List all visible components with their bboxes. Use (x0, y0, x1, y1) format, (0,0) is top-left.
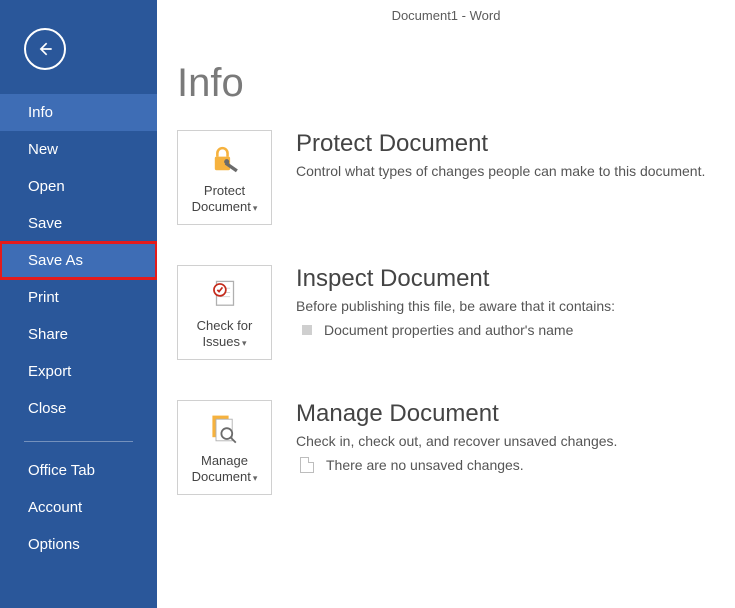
nav-options[interactable]: Options (0, 526, 157, 563)
lock-key-icon (208, 143, 242, 177)
protect-desc: Control what types of changes people can… (296, 162, 705, 181)
nav-share[interactable]: Share (0, 316, 157, 353)
nav-bottom: Office Tab Account Options (0, 452, 157, 563)
section-inspect: Check forIssues▾ Inspect Document Before… (177, 265, 735, 360)
manage-title: Manage Document (296, 400, 617, 428)
tile-protect-document[interactable]: ProtectDocument▾ (177, 130, 272, 225)
nav-print[interactable]: Print (0, 279, 157, 316)
nav-separator (24, 441, 133, 442)
manage-desc: Check in, check out, and recover unsaved… (296, 432, 617, 451)
nav-top: Info New Open Save Save As Print Share E… (0, 94, 157, 427)
document-small-icon (300, 457, 314, 473)
window-title: Document1 - Word (157, 0, 735, 23)
tile-label-l1: Manage (201, 453, 248, 468)
inspect-title: Inspect Document (296, 265, 615, 293)
protect-title: Protect Document (296, 130, 705, 158)
inspect-bullet: Document properties and author's name (296, 322, 615, 338)
nav-info[interactable]: Info (0, 94, 157, 131)
app-root: Info New Open Save Save As Print Share E… (0, 0, 735, 608)
nav-account[interactable]: Account (0, 489, 157, 526)
backstage-sidebar: Info New Open Save Save As Print Share E… (0, 0, 157, 608)
chevron-down-icon: ▾ (242, 338, 247, 348)
documents-search-icon (207, 412, 243, 448)
page-title: Info (177, 61, 735, 106)
back-arrow-icon (35, 39, 55, 59)
nav-open[interactable]: Open (0, 168, 157, 205)
section-protect: ProtectDocument▾ Protect Document Contro… (177, 130, 735, 225)
tile-label-l2: Issues (202, 334, 240, 349)
nav-office-tab[interactable]: Office Tab (0, 452, 157, 489)
square-bullet-icon (302, 325, 312, 335)
manage-body: Manage Document Check in, check out, and… (296, 400, 617, 473)
nav-save-as[interactable]: Save As (0, 242, 157, 279)
tile-manage-document[interactable]: ManageDocument▾ (177, 400, 272, 495)
section-manage: ManageDocument▾ Manage Document Check in… (177, 400, 735, 495)
manage-bullet: There are no unsaved changes. (296, 457, 617, 473)
inspect-desc: Before publishing this file, be aware th… (296, 297, 615, 316)
protect-body: Protect Document Control what types of c… (296, 130, 705, 181)
manage-bullet-text: There are no unsaved changes. (326, 457, 524, 473)
nav-export[interactable]: Export (0, 353, 157, 390)
nav-close[interactable]: Close (0, 390, 157, 427)
chevron-down-icon: ▾ (253, 203, 258, 213)
chevron-down-icon: ▾ (253, 473, 258, 483)
inspect-bullet-text: Document properties and author's name (324, 322, 573, 338)
tile-label-l1: Check for (197, 318, 253, 333)
document-check-icon (208, 278, 242, 312)
main-pane: Document1 - Word Info ProtectDocument▾ P… (157, 0, 735, 608)
inspect-body: Inspect Document Before publishing this … (296, 265, 615, 338)
nav-save[interactable]: Save (0, 205, 157, 242)
tile-label-l2: Document (192, 199, 251, 214)
tile-label-l2: Document (192, 469, 251, 484)
tile-check-for-issues[interactable]: Check forIssues▾ (177, 265, 272, 360)
tile-label-l1: Protect (204, 183, 245, 198)
back-button[interactable] (24, 28, 66, 70)
nav-new[interactable]: New (0, 131, 157, 168)
